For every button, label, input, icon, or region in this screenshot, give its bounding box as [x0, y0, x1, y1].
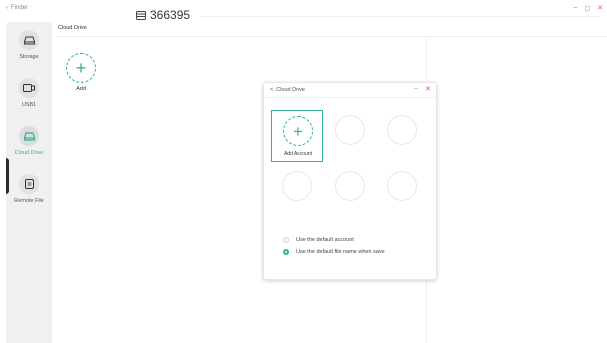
cloud-drive-dialog: < Cloud Drive – ✕ + Add Account Use the …: [263, 82, 437, 280]
sidebar-item-cloud-drive[interactable]: Cloud Drive: [6, 126, 52, 156]
add-account-label: Add Account: [283, 151, 313, 157]
add-label: Add: [76, 86, 86, 92]
minimize-button[interactable]: –: [573, 4, 577, 12]
empty-account-circle: [282, 171, 312, 201]
cloud-drive-icon: [19, 126, 39, 146]
sidebar-item-remote-file[interactable]: Remote File: [6, 174, 52, 204]
add-cloud-button[interactable]: + Add: [66, 53, 96, 92]
option-label: Use the default account: [296, 237, 354, 243]
radio-unchecked-icon: [283, 237, 289, 243]
empty-account-circle: [335, 171, 365, 201]
dialog-title: Cloud Drive: [276, 87, 305, 93]
back-label: Finder: [11, 5, 29, 11]
sidebar-item-label: USB1: [21, 102, 37, 108]
default-account-option[interactable]: Use the default account: [283, 237, 354, 243]
option-label: Use the default file name when save: [296, 249, 385, 255]
add-account-button[interactable]: + Add Account: [271, 110, 323, 162]
divider: [200, 16, 600, 17]
chevron-left-icon: ‹: [6, 5, 8, 11]
screen-id-number: 366395: [150, 8, 191, 22]
plus-icon: +: [66, 53, 96, 83]
empty-account-circle: [387, 115, 417, 145]
account-slot: [376, 110, 428, 162]
drawer-handle[interactable]: [6, 158, 9, 194]
account-slot: [324, 166, 376, 218]
divider: [58, 36, 607, 37]
sidebar-item-label: Cloud Drive: [14, 150, 44, 156]
dialog-header: < Cloud Drive – ✕: [264, 83, 436, 96]
divider: [264, 97, 436, 98]
sidebar-item-usb1[interactable]: USB1: [6, 78, 52, 108]
plus-icon: +: [283, 116, 313, 146]
page-title: Cloud Drive: [58, 25, 87, 31]
storage-icon: [19, 30, 39, 50]
dialog-minimize-button[interactable]: –: [414, 85, 418, 92]
restore-button[interactable]: ◻: [584, 4, 590, 12]
sidebar: Storage USB1 Cloud Drive Remote File: [6, 22, 52, 343]
radio-checked-icon: [283, 249, 289, 255]
window-controls: – ◻ ✕: [573, 4, 603, 12]
chevron-left-icon: <: [270, 87, 274, 93]
screen-id-badge: 366395: [136, 8, 190, 22]
sidebar-item-label: Storage: [19, 54, 39, 60]
account-slot: [376, 166, 428, 218]
sidebar-item-storage[interactable]: Storage: [6, 30, 52, 60]
sidebar-item-label: Remote File: [14, 198, 44, 204]
dialog-back-button[interactable]: < Cloud Drive: [270, 87, 305, 93]
back-button[interactable]: ‹ Finder: [6, 5, 28, 11]
account-slot: [271, 166, 323, 218]
dialog-close-button[interactable]: ✕: [425, 85, 431, 93]
default-filename-option[interactable]: Use the default file name when save: [283, 249, 385, 255]
empty-account-circle: [387, 171, 417, 201]
empty-account-circle: [335, 115, 365, 145]
usb-icon: [19, 78, 39, 98]
account-slot: [324, 110, 376, 162]
close-button[interactable]: ✕: [597, 4, 603, 12]
window-icon: [136, 10, 146, 20]
remote-file-icon: [19, 174, 39, 194]
